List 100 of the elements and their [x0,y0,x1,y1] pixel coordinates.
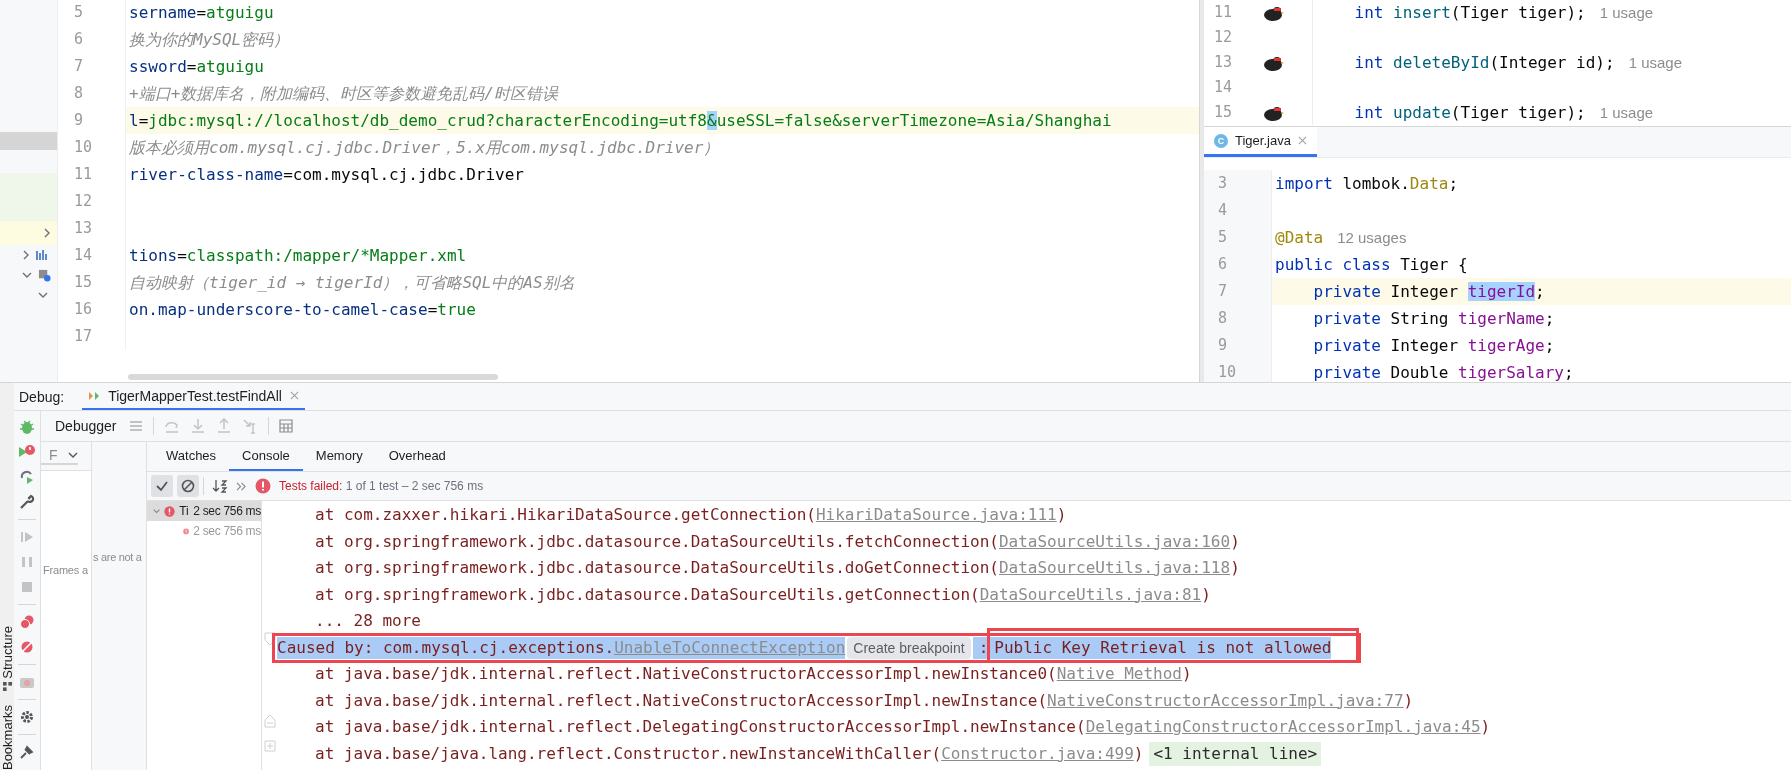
source-link[interactable]: DelegatingConstructorAccessorImpl.java:45 [1085,717,1481,736]
chevron-right-icon[interactable] [43,228,51,238]
code-line: int deleteById(Integer id); 1 usage [1353,52,1683,74]
test-tree-row[interactable]: Ti 2 sec 756 ms [147,501,261,521]
table-icon[interactable] [278,419,293,433]
rerun-failed-icon[interactable] [18,444,36,460]
create-breakpoint-button[interactable]: Create breakpoint [847,636,971,659]
folded-lines-badge[interactable]: <1 internal line> [1149,741,1322,766]
close-icon[interactable] [1297,136,1307,145]
console-clock-icon[interactable] [38,268,51,282]
settings-icon[interactable] [19,709,35,725]
chevrons-icon[interactable] [236,481,247,491]
check-toggle-icon[interactable] [151,475,173,497]
tree-row-highlight [0,132,57,150]
frames-message: s are not a [92,551,143,563]
source-link[interactable]: Constructor.java:499 [941,743,1134,763]
code-line: 自动映射（tiger_id → tigerId），可省略SQL中的AS别名 [128,272,576,294]
bar-chart-icon[interactable] [36,249,48,261]
debugger-tab[interactable]: Debugger [55,418,117,434]
code-line: @Data 12 usages [1274,227,1408,249]
line-number: 13 [58,215,126,242]
line-number: 6 [1204,251,1272,278]
chevron-icon[interactable] [153,507,161,515]
line-number: 5 [1204,224,1272,251]
bookmarks-tab[interactable]: Bookmarks [0,704,15,770]
sort-icon[interactable] [212,478,228,494]
chevron-down-icon[interactable] [22,271,32,279]
code-line: private Double tigerSalary; [1312,362,1575,382]
code-line: int insert(Tiger tiger); 1 usage [1353,2,1655,24]
code-line: sername=atguigu [128,2,275,24]
code-line: private Integer tigerAge; [1312,335,1556,357]
class-icon: C [1214,133,1228,148]
line-number: 17 [58,323,126,350]
code-line: int update(Tiger tiger); 1 usage [1353,102,1655,124]
line-number: 14 [58,242,126,269]
tab[interactable]: Memory [302,442,376,471]
stack-trace-line: at org.springframework.jdbc.datasource.DataSourceUtils.getConnection(DataSourceUtils.java:81) [314,583,1212,606]
code-line: 换为你的MySQL密码） [128,29,291,51]
breakpoints-icon[interactable] [19,614,35,630]
error-icon [164,503,176,519]
line-number: 12 [58,188,126,215]
pin-icon[interactable] [19,744,35,760]
code-line: import lombok.Data; [1274,173,1460,195]
test-tree-row[interactable]: 2 sec 756 ms [147,521,261,541]
exception-message: Public Key Retrieval is not allowed [994,636,1332,659]
line-number: 7 [1204,278,1272,305]
line-number: 14 [1213,77,1234,98]
stack-trace-line: at org.springframework.jdbc.datasource.DataSourceUtils.doGetConnection(DataSourceUtils.java:118) [314,557,1241,579]
source-link[interactable]: NativeConstructorAccessorImpl.java:77 [1047,690,1404,710]
code-line: 版本必须用com.mysql.cj.jdbc.Driver，5.x用com.mysql.jdbc.Driver） [128,137,721,159]
scrollbar[interactable] [128,374,498,380]
structure-tab[interactable]: Structure [0,626,15,679]
code-line: +端口+数据库名，附加编码、时区等参数避免乱码/时区错误 [128,83,560,105]
session-tab[interactable]: TigerMapperTest.testFindAll [82,383,305,410]
code-line: public class Tiger { [1274,254,1469,276]
line-number: 12 [1213,27,1234,48]
source-link[interactable]: DataSourceUtils.java:118 [998,558,1231,577]
restore-icon[interactable] [19,469,35,485]
line-number: 11 [1213,2,1234,23]
bug-icon[interactable] [19,419,35,435]
cancel-toggle-icon[interactable] [177,475,199,497]
line-number: 15 [1213,102,1234,123]
line-number: 4 [1204,197,1272,224]
line-number: 5 [58,0,126,26]
error-icon [255,478,271,494]
line-number: 6 [58,26,126,53]
line-number: 8 [1204,305,1272,332]
fold-icon[interactable] [263,632,276,646]
chevron-down-icon [67,451,78,459]
line-number: 13 [1213,52,1234,73]
code-line: river-class-name=com.mysql.cj.jdbc.Driver [128,164,525,186]
test-run-icon [88,389,101,402]
source-link[interactable]: Native Method [1056,664,1182,683]
line-number: 8 [58,80,126,107]
chevron-right-icon[interactable] [22,250,30,260]
panel-title: Debug: [19,388,65,405]
source-link[interactable]: DataSourceUtils.java:160 [998,531,1231,551]
file-tab[interactable]: C Tiger.java [1204,127,1317,157]
line-number: 10 [1204,359,1272,382]
code-line: on.map-underscore-to-camel-case=true [128,299,477,321]
line-number: 7 [58,53,126,80]
line-number: 16 [58,296,126,323]
wrench-icon[interactable] [19,494,35,510]
source-link[interactable]: DataSourceUtils.java:81 [979,584,1202,604]
line-number: 11 [58,161,126,188]
stack-trace-line: at com.zaxxer.hikari.HikariDataSource.getConnection(HikariDataSource.java:111) [314,504,1068,526]
test-status: Tests failed: 1 of 1 test – 2 sec 756 ms [279,479,484,493]
mute-breakpoints-icon[interactable] [19,639,35,655]
source-link[interactable]: HikariDataSource.java:111 [815,505,1057,524]
close-icon[interactable] [289,391,299,400]
code-line: private String tigerName; [1312,308,1556,330]
tab[interactable]: Watches [153,442,230,471]
stack-trace-line: at java.base/jdk.internal.reflect.NativeConstructorAccessorImpl.newInstance0(Native Method) [314,663,1193,685]
line-number: 10 [58,134,126,161]
stack-trace-line: at java.base/jdk.internal.reflect.DelegatingConstructorAccessorImpl.newInstance(DelegatingConstructorAccessorImpl.java:45) [314,716,1492,738]
tab[interactable]: Overhead [375,442,459,471]
chevron-down-icon[interactable] [38,291,48,299]
stack-trace-line: ... 28 more [314,610,422,632]
line-number: 3 [1204,170,1272,197]
colon-text: : [972,636,995,659]
